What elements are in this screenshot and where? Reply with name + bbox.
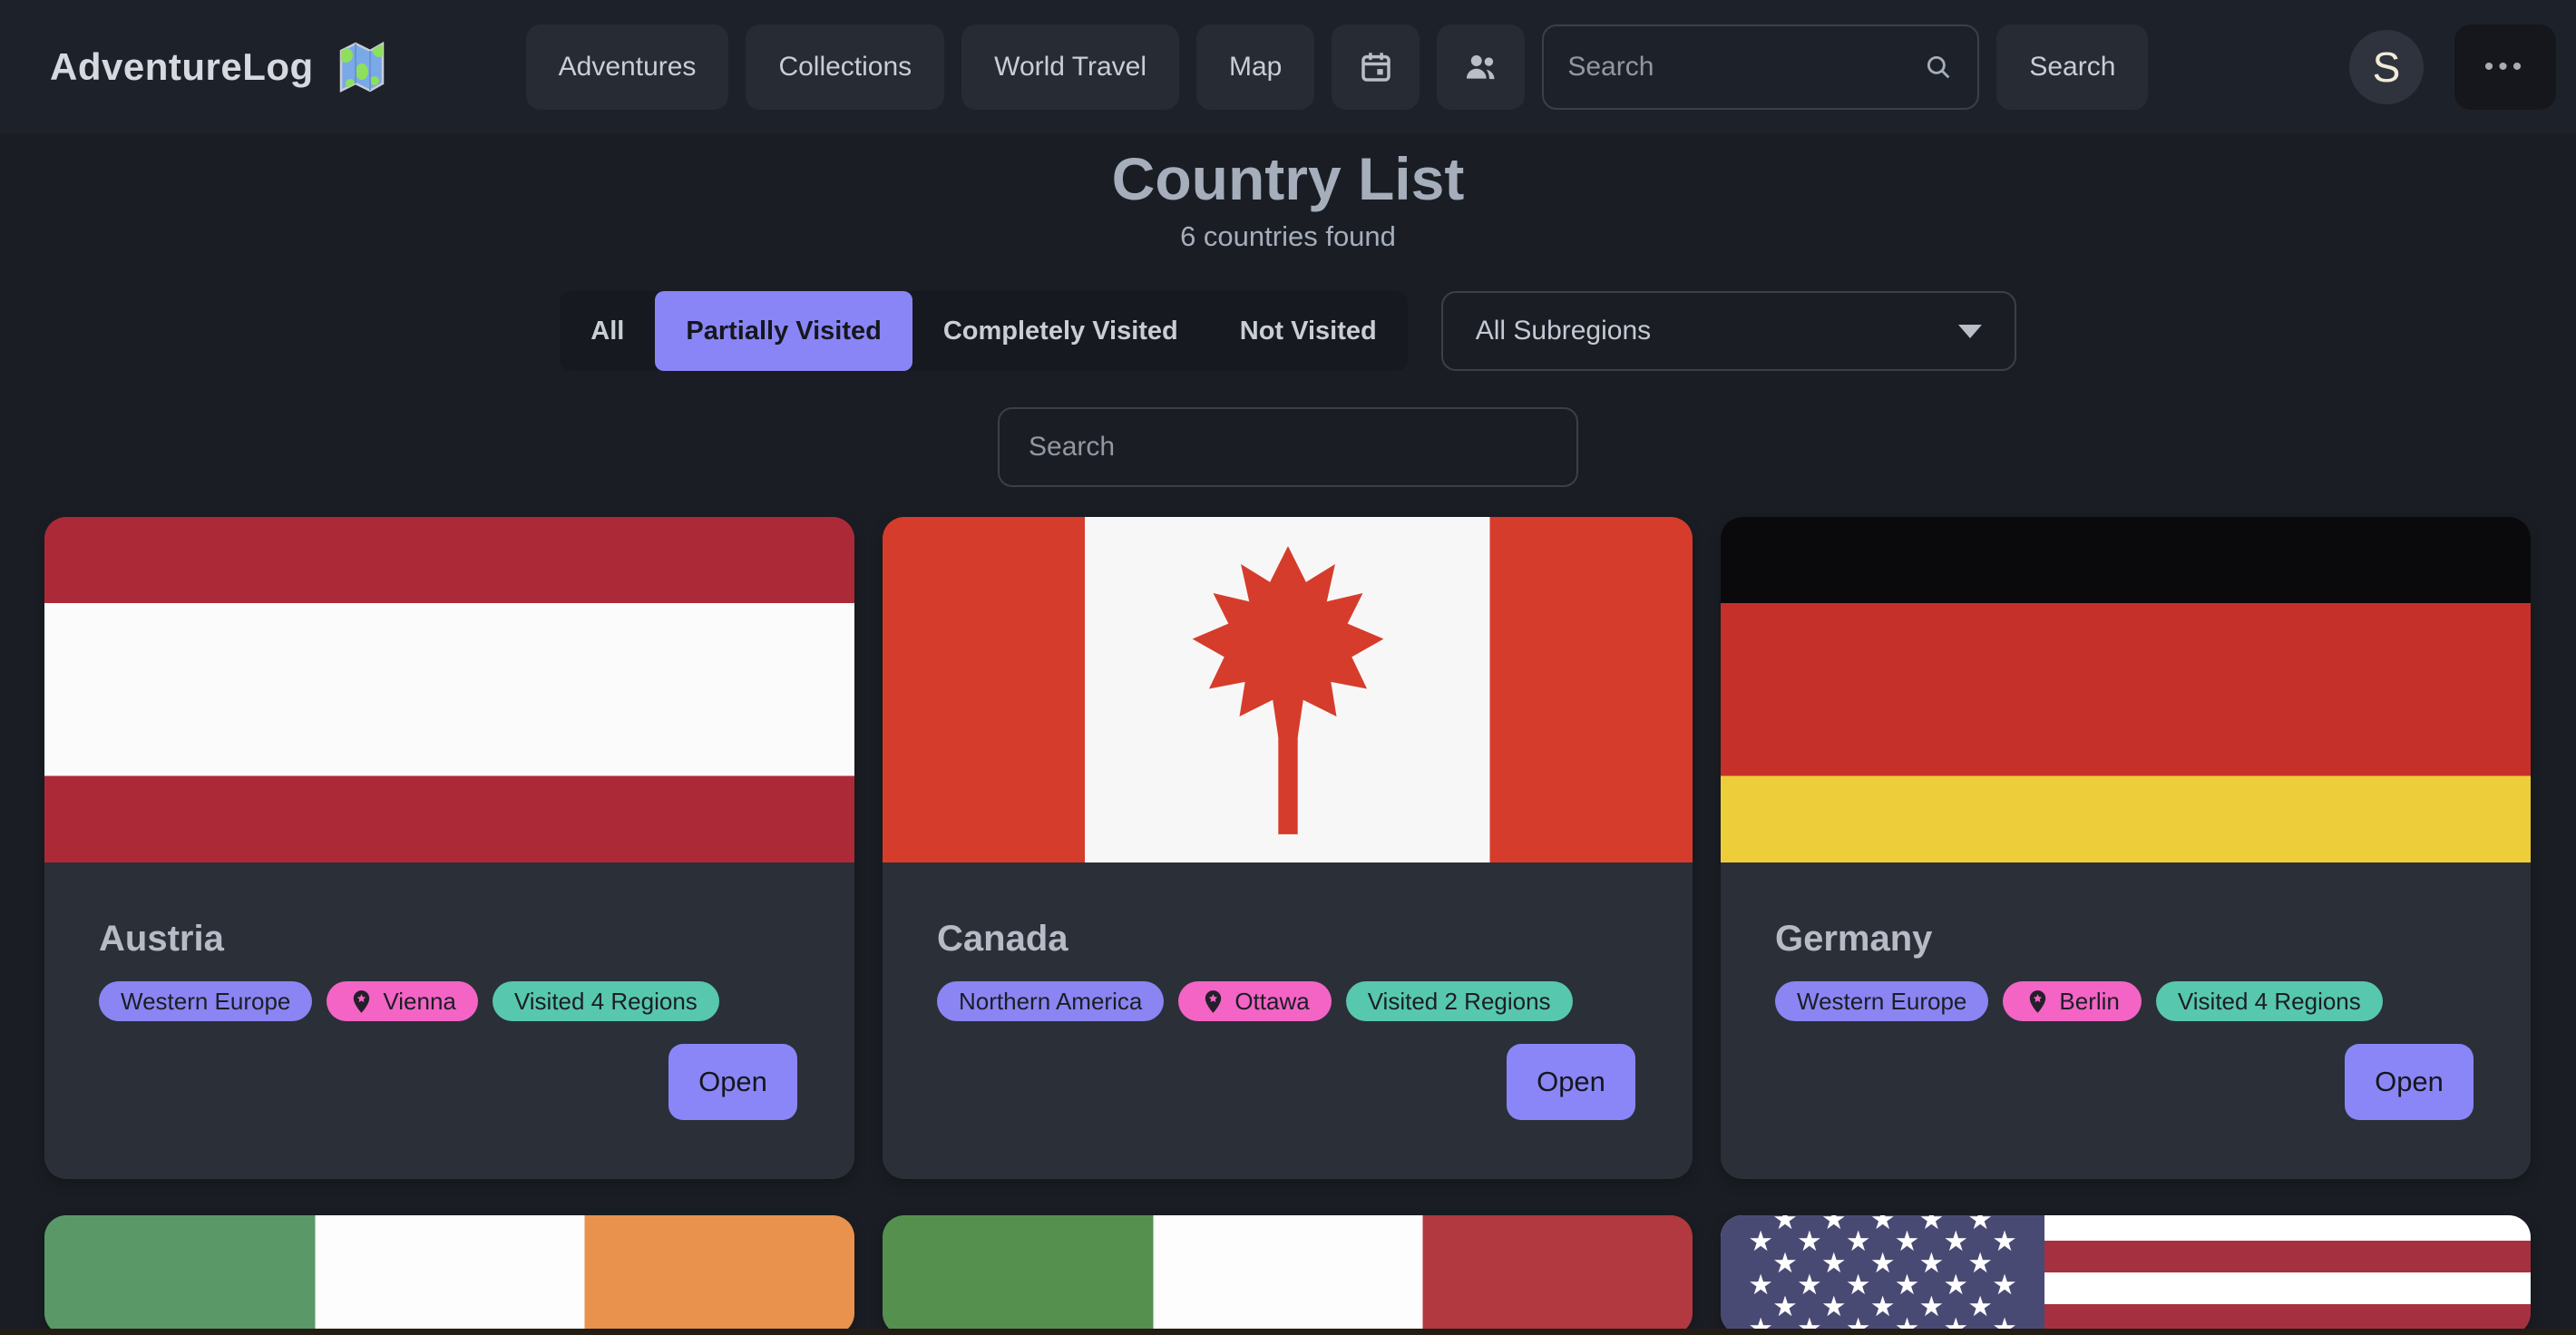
flag-canada — [883, 517, 1693, 862]
tab-not-visited[interactable]: Not Visited — [1209, 291, 1408, 371]
navbar-search-input[interactable] — [1567, 52, 1923, 83]
tab-all[interactable]: All — [560, 291, 655, 371]
chevron-down-icon — [1958, 325, 1982, 338]
page-header: Country List 6 countries found — [0, 144, 2576, 253]
flag-italy — [883, 1215, 1693, 1335]
flag-ireland — [44, 1215, 854, 1335]
navbar-search-button[interactable]: Search — [1996, 24, 2148, 110]
visited-filter-tabs: All Partially Visited Completely Visited… — [560, 291, 1407, 371]
search-icon — [1923, 52, 1954, 83]
map-pin-icon — [1200, 989, 1226, 1015]
flag-germany — [1721, 517, 2531, 862]
capital-badge: Berlin — [2003, 981, 2141, 1021]
overflow-menu-button[interactable]: ••• — [2454, 24, 2556, 110]
country-name: Austria — [99, 919, 800, 960]
subregion-select[interactable]: All Subregions — [1441, 291, 2016, 371]
visited-regions-badge: Visited 4 Regions — [493, 981, 719, 1021]
open-button[interactable]: Open — [668, 1044, 797, 1120]
avatar[interactable]: S — [2349, 30, 2424, 104]
visited-regions-badge: Visited 4 Regions — [2156, 981, 2383, 1021]
users-button[interactable] — [1437, 24, 1525, 110]
country-search — [998, 407, 1578, 487]
map-pin-icon — [348, 989, 375, 1015]
country-card-usa: ★★★★★ ★★★★★★ ★★★★★ ★★★★★★ ★★★★★ ★★★★★★ — [1721, 1215, 2531, 1335]
open-button[interactable]: Open — [2345, 1044, 2474, 1120]
nav-link-map[interactable]: Map — [1196, 24, 1314, 110]
nav-links: Adventures Collections World Travel Map — [526, 24, 2149, 110]
country-grid: Austria Western Europe Vienna Visited 4 … — [44, 517, 2531, 1335]
country-card-austria: Austria Western Europe Vienna Visited 4 … — [44, 517, 854, 1179]
country-card-ireland — [44, 1215, 854, 1335]
capital-badge: Ottawa — [1178, 981, 1331, 1021]
nav-link-collections[interactable]: Collections — [746, 24, 944, 110]
calendar-button[interactable] — [1332, 24, 1420, 110]
result-count: 6 countries found — [0, 220, 2576, 253]
navbar-search — [1542, 24, 1979, 110]
navbar: AdventureLog Adventures Collections Worl… — [0, 0, 2576, 133]
page-title: Country List — [0, 144, 2576, 213]
flag-usa: ★★★★★ ★★★★★★ ★★★★★ ★★★★★★ ★★★★★ ★★★★★★ — [1721, 1215, 2531, 1335]
country-name: Canada — [937, 919, 1638, 960]
map-pin-icon — [2025, 989, 2051, 1015]
region-badge: Western Europe — [1775, 981, 1988, 1021]
region-badge: Northern America — [937, 981, 1164, 1021]
calendar-icon — [1357, 48, 1395, 86]
nav-link-adventures[interactable]: Adventures — [526, 24, 729, 110]
visited-regions-badge: Visited 2 Regions — [1346, 981, 1573, 1021]
brand-title: AdventureLog — [50, 45, 314, 89]
brand[interactable]: AdventureLog — [50, 38, 390, 96]
open-button[interactable]: Open — [1507, 1044, 1635, 1120]
maple-leaf — [1147, 541, 1429, 840]
country-search-row — [0, 407, 2576, 487]
country-search-input[interactable] — [1029, 432, 1547, 463]
country-card-canada: Canada Northern America Ottawa Visited 2… — [883, 517, 1693, 1179]
capital-badge: Vienna — [327, 981, 478, 1021]
usa-canton: ★★★★★ ★★★★★★ ★★★★★ ★★★★★★ ★★★★★ ★★★★★★ — [1721, 1215, 2044, 1335]
flag-austria — [44, 517, 854, 862]
country-card-germany: Germany Western Europe Berlin Visited 4 … — [1721, 517, 2531, 1179]
viewport-bottom-strip — [0, 1329, 2576, 1335]
region-badge: Western Europe — [99, 981, 312, 1021]
users-icon — [1462, 48, 1500, 86]
filter-row: All Partially Visited Completely Visited… — [0, 291, 2576, 371]
subregion-select-value: All Subregions — [1476, 316, 1651, 346]
country-card-italy — [883, 1215, 1693, 1335]
tab-partially-visited[interactable]: Partially Visited — [655, 291, 912, 371]
nav-link-world-travel[interactable]: World Travel — [961, 24, 1179, 110]
country-name: Germany — [1775, 919, 2476, 960]
folded-map-icon — [332, 38, 390, 96]
tab-completely-visited[interactable]: Completely Visited — [912, 291, 1209, 371]
